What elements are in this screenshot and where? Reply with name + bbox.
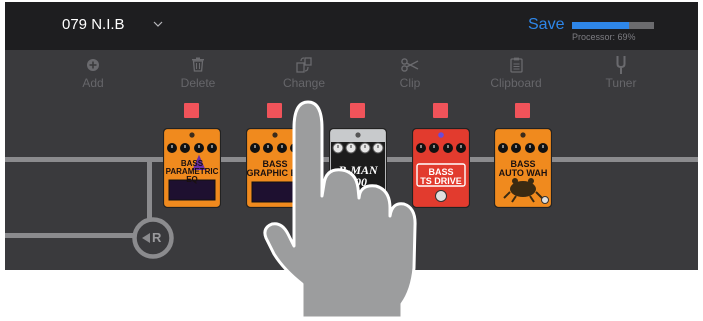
pedal-name: BASS AUTO WAH xyxy=(498,159,548,178)
add-label: Add xyxy=(82,76,104,90)
save-button[interactable]: Save xyxy=(528,16,564,34)
effect-led-5[interactable] xyxy=(515,103,530,118)
swap-icon xyxy=(269,55,339,75)
plus-circle-icon xyxy=(58,55,128,75)
return-label: R xyxy=(152,230,162,245)
hand-pointer-icon xyxy=(263,100,417,320)
clip-label: Clip xyxy=(399,76,421,90)
pedal-bass-parametric-eq[interactable]: BASS PARAMETRIC EQ xyxy=(163,128,221,208)
processor-label: Processor: 69% xyxy=(572,32,636,42)
effect-led-1[interactable] xyxy=(184,103,199,118)
top-bar: 079 N.I.B Save Processor: 69% xyxy=(5,2,698,50)
tuner-button[interactable]: Tuner xyxy=(586,55,656,90)
preset-name[interactable]: 079 N.I.B xyxy=(62,16,125,33)
return-line xyxy=(5,233,135,238)
pedal-name: BASS TS DRIVE xyxy=(420,167,462,186)
processor-meter-fill xyxy=(572,22,629,29)
clip-button[interactable]: Clip xyxy=(375,55,445,90)
clipboard-icon xyxy=(481,55,551,75)
pedal-name: BASS PARAMETRIC EQ xyxy=(165,159,219,184)
processor-meter xyxy=(572,22,654,29)
add-button[interactable]: Add xyxy=(58,55,128,90)
chevron-down-icon[interactable] xyxy=(153,19,163,29)
clipboard-label: Clipboard xyxy=(490,76,542,90)
scissors-icon xyxy=(375,55,445,75)
effect-led-4[interactable] xyxy=(433,103,448,118)
change-button[interactable]: Change xyxy=(269,55,339,90)
return-badge[interactable]: R xyxy=(131,216,175,260)
pedal-bass-auto-wah[interactable]: BASS AUTO WAH xyxy=(494,128,552,208)
pedal-bass-ts-drive[interactable]: BASS TS DRIVE xyxy=(412,128,470,208)
delete-label: Delete xyxy=(180,76,216,90)
clipboard-button[interactable]: Clipboard xyxy=(481,55,551,90)
delete-button[interactable]: Delete xyxy=(163,55,233,90)
change-label: Change xyxy=(282,76,326,90)
tuner-label: Tuner xyxy=(605,76,637,90)
trash-icon xyxy=(163,55,233,75)
tuning-fork-icon xyxy=(586,55,656,75)
